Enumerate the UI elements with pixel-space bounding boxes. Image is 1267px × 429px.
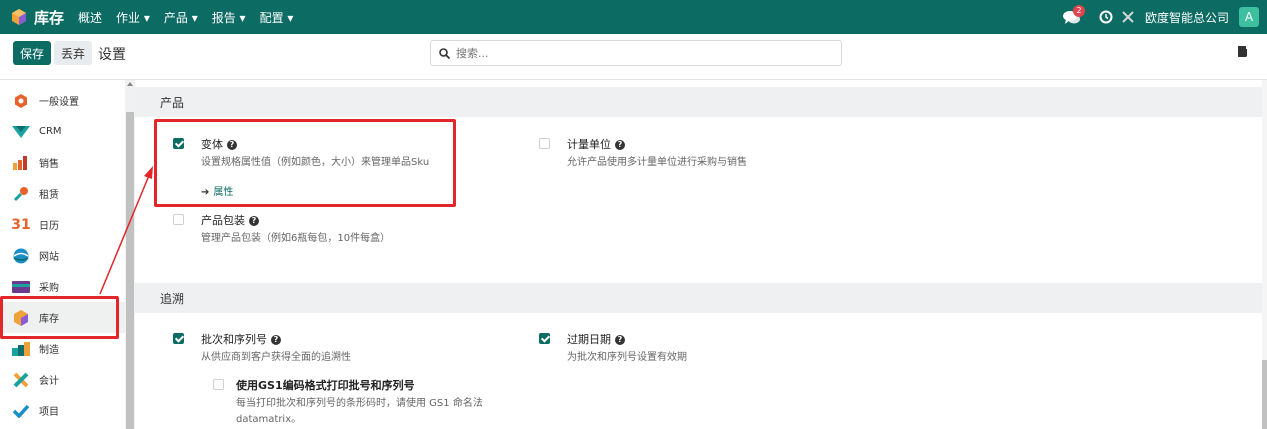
expiry-checkbox[interactable] bbox=[539, 333, 550, 344]
rental-icon bbox=[12, 185, 30, 203]
section-traceability-header: 追溯 bbox=[135, 283, 1262, 313]
menu-operations[interactable]: 作业 ▾ bbox=[116, 9, 150, 26]
sales-icon bbox=[12, 154, 30, 172]
sidebar-item-label: 会计 bbox=[39, 376, 59, 387]
sidebar-item-label: 销售 bbox=[39, 159, 59, 170]
discard-button[interactable]: 丢弃 bbox=[54, 41, 93, 65]
sidebar-item-label: 租赁 bbox=[39, 190, 59, 201]
help-icon[interactable]: ? bbox=[271, 335, 281, 345]
top-navbar: 库存 概述 作业 ▾ 产品 ▾ 报告 ▾ 配置 ▾ 2 欧度智能总公司 A bbox=[0, 0, 1267, 34]
sidebar-item-label: 采购 bbox=[39, 283, 59, 294]
tools-icon[interactable] bbox=[1121, 10, 1135, 24]
content-scrollbar[interactable] bbox=[1262, 80, 1267, 429]
messaging-button[interactable]: 2 bbox=[1062, 5, 1085, 27]
app-title[interactable]: 库存 bbox=[34, 7, 64, 28]
uom-description: 允许产品使用多计量单位进行采购与销售 bbox=[567, 157, 747, 168]
gs1-title: 使用GS1编码格式打印批号和序列号 bbox=[236, 379, 415, 392]
sidebar-item-label: 网站 bbox=[39, 252, 59, 263]
expiry-title: 过期日期? bbox=[567, 331, 625, 347]
variants-highlight-box bbox=[154, 119, 456, 207]
accounting-icon bbox=[12, 371, 30, 389]
search-input[interactable] bbox=[456, 46, 816, 60]
bookmark-icon[interactable] bbox=[1238, 46, 1248, 58]
menu-reporting[interactable]: 报告 ▾ bbox=[212, 9, 246, 26]
expiry-description: 为批次和序列号设置有效期 bbox=[567, 352, 687, 363]
sidebar-item-label: 日历 bbox=[39, 221, 59, 232]
sidebar-scroll-thumb[interactable] bbox=[126, 112, 134, 429]
content-scroll-thumb[interactable] bbox=[1262, 360, 1267, 429]
menu-products[interactable]: 产品 ▾ bbox=[164, 9, 198, 26]
crm-icon bbox=[12, 123, 30, 141]
lots-serial-checkbox[interactable] bbox=[173, 333, 184, 344]
clock-icon[interactable] bbox=[1099, 10, 1113, 24]
purchase-icon bbox=[12, 278, 30, 296]
help-icon[interactable]: ? bbox=[615, 335, 625, 345]
calendar-icon: 31 bbox=[11, 216, 31, 233]
section-title: 追溯 bbox=[160, 292, 185, 306]
manufacturing-icon bbox=[12, 340, 30, 358]
packaging-title: 产品包装? bbox=[201, 212, 259, 228]
breadcrumb: 设置 bbox=[98, 47, 126, 63]
sidebar-item-crm[interactable]: CRM bbox=[0, 116, 125, 147]
settings-sidebar: 一般设置 CRM 销售 租赁 31 日历 网站 采购 库存 制造 会计 项目 bbox=[0, 80, 125, 429]
main-menu: 概述 作业 ▾ 产品 ▾ 报告 ▾ 配置 ▾ bbox=[78, 9, 307, 26]
sidebar-item-calendar[interactable]: 31 日历 bbox=[0, 209, 125, 240]
sidebar-item-website[interactable]: 网站 bbox=[0, 240, 125, 271]
search-icon bbox=[439, 47, 450, 59]
section-products-header: 产品 bbox=[135, 87, 1262, 117]
scroll-up-arrow-icon[interactable] bbox=[127, 82, 133, 86]
general-settings-icon bbox=[12, 92, 30, 110]
uom-checkbox[interactable] bbox=[539, 138, 550, 149]
packaging-checkbox[interactable] bbox=[173, 214, 184, 225]
inventory-app-icon[interactable] bbox=[12, 9, 26, 25]
company-switcher[interactable]: 欧度智能总公司 bbox=[1145, 9, 1229, 26]
sidebar-scrollbar[interactable] bbox=[125, 80, 135, 429]
navbar-systray: 2 欧度智能总公司 A bbox=[1062, 0, 1259, 34]
user-avatar[interactable]: A bbox=[1239, 7, 1259, 27]
help-icon[interactable]: ? bbox=[249, 216, 259, 226]
save-button[interactable]: 保存 bbox=[13, 41, 52, 65]
search-box[interactable] bbox=[430, 40, 842, 66]
website-icon bbox=[12, 247, 30, 265]
control-panel: 保存 丢弃 设置 bbox=[0, 34, 1267, 80]
sidebar-item-sales[interactable]: 销售 bbox=[0, 147, 125, 178]
sidebar-item-accounting[interactable]: 会计 bbox=[0, 364, 125, 395]
sidebar-item-label: CRM bbox=[39, 126, 62, 137]
packaging-description: 管理产品包装（例如6瓶每包，10件每盒） bbox=[201, 233, 391, 244]
project-icon bbox=[12, 402, 30, 420]
sidebar-item-label: 制造 bbox=[39, 345, 59, 356]
inventory-highlight-box bbox=[0, 296, 119, 339]
sidebar-item-rental[interactable]: 租赁 bbox=[0, 178, 125, 209]
lots-serial-description: 从供应商到客户获得全面的追溯性 bbox=[201, 352, 351, 363]
sidebar-item-label: 项目 bbox=[39, 407, 59, 418]
uom-title: 计量单位? bbox=[567, 136, 625, 152]
section-title: 产品 bbox=[160, 96, 185, 110]
gs1-checkbox[interactable] bbox=[213, 379, 224, 390]
sidebar-item-project[interactable]: 项目 bbox=[0, 395, 125, 426]
chat-badge: 2 bbox=[1072, 5, 1085, 17]
menu-overview[interactable]: 概述 bbox=[78, 9, 102, 26]
menu-configuration[interactable]: 配置 ▾ bbox=[260, 9, 294, 26]
gs1-description-line1: 每当打印批次和序列号的条形码时，请使用 GS1 命名法 bbox=[236, 398, 483, 409]
sidebar-item-label: 一般设置 bbox=[39, 97, 79, 108]
gs1-description-line2: datamatrix。 bbox=[236, 414, 302, 425]
lots-serial-title: 批次和序列号? bbox=[201, 331, 281, 347]
help-icon[interactable]: ? bbox=[615, 140, 625, 150]
sidebar-item-general[interactable]: 一般设置 bbox=[0, 85, 125, 116]
